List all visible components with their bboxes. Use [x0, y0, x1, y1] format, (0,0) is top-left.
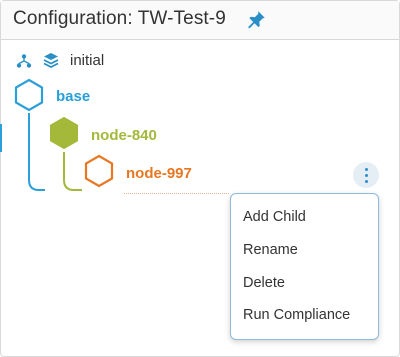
- selected-node-underline: [124, 193, 229, 194]
- page-title: Configuration: TW-Test-9: [13, 8, 226, 29]
- panel-header: Configuration: TW-Test-9: [1, 1, 399, 40]
- branch-icon: [16, 54, 32, 68]
- selection-indicator: [0, 124, 2, 152]
- more-actions-button[interactable]: [353, 162, 379, 188]
- kebab-vertical-icon: [365, 168, 368, 171]
- menu-item-run-compliance[interactable]: Run Compliance: [243, 307, 350, 323]
- layers-icon: [43, 53, 59, 69]
- context-menu: Add Child Rename Delete Run Compliance: [230, 193, 379, 340]
- menu-item-delete[interactable]: Delete: [243, 275, 285, 291]
- menu-item-add-child[interactable]: Add Child: [243, 209, 306, 225]
- tree-node-997[interactable]: node-997: [126, 165, 192, 182]
- pin-icon[interactable]: [245, 9, 267, 31]
- kebab-dot: [365, 174, 368, 177]
- menu-item-rename[interactable]: Rename: [243, 242, 298, 258]
- version-label: initial: [70, 52, 105, 69]
- tree-node-base[interactable]: base: [56, 88, 90, 105]
- tree-node-840[interactable]: node-840: [91, 127, 157, 144]
- kebab-dot: [365, 180, 368, 183]
